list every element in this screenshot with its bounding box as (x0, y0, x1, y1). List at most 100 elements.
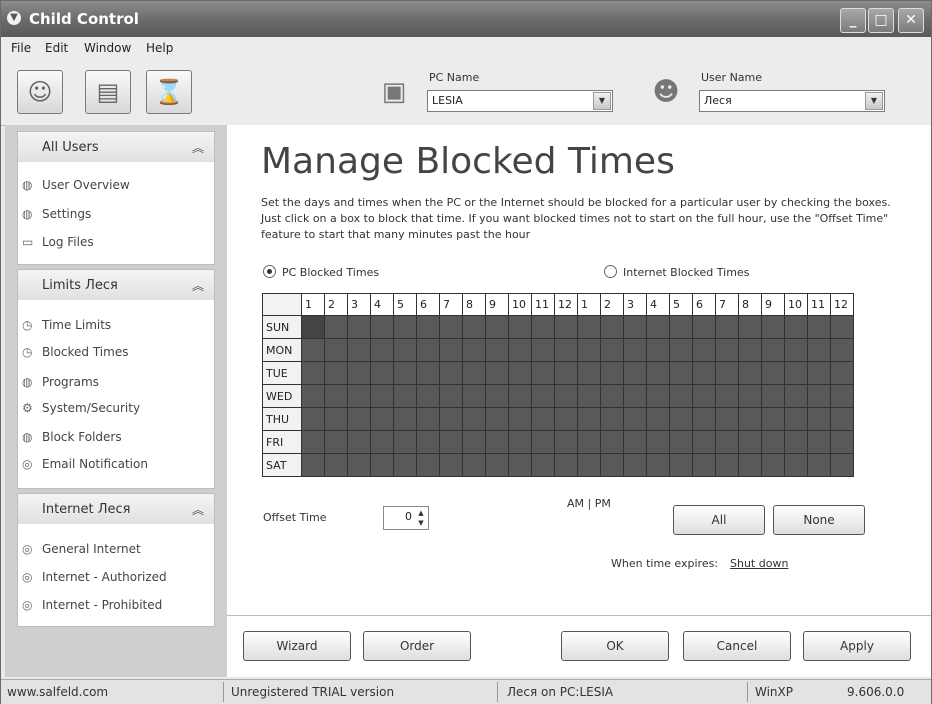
time-cell[interactable] (761, 338, 785, 362)
panel-header[interactable]: All Users ︽ (18, 132, 214, 162)
time-cell[interactable] (370, 430, 394, 454)
time-cell[interactable] (692, 338, 716, 362)
sidebar-item-system-security[interactable]: ⚙ System/Security (22, 401, 140, 415)
time-cell[interactable] (646, 338, 670, 362)
radio-internet-blocked-times[interactable]: Internet Blocked Times (604, 265, 749, 279)
time-cell[interactable] (692, 453, 716, 477)
time-cell[interactable] (393, 338, 417, 362)
time-cell[interactable] (301, 315, 325, 339)
time-cell[interactable] (554, 384, 578, 408)
time-cell[interactable] (393, 315, 417, 339)
time-cell[interactable] (623, 361, 647, 385)
time-cell[interactable] (715, 430, 739, 454)
time-cell[interactable] (738, 361, 762, 385)
time-cell[interactable] (485, 384, 509, 408)
time-cell[interactable] (347, 407, 371, 431)
time-cell[interactable] (485, 407, 509, 431)
time-cell[interactable] (577, 430, 601, 454)
time-cell[interactable] (761, 361, 785, 385)
time-cell[interactable] (347, 361, 371, 385)
time-cell[interactable] (462, 384, 486, 408)
time-cell[interactable] (669, 430, 693, 454)
sidebar-item-time-limits[interactable]: ◷ Time Limits (22, 318, 111, 332)
time-cell[interactable] (715, 407, 739, 431)
time-cell[interactable] (623, 407, 647, 431)
collapse-icon[interactable]: ︽ (192, 139, 204, 156)
time-cell[interactable] (554, 453, 578, 477)
time-cell[interactable] (623, 430, 647, 454)
time-cell[interactable] (715, 315, 739, 339)
panel-header[interactable]: Internet Леся ︽ (18, 494, 214, 524)
time-cell[interactable] (807, 338, 831, 362)
chevron-down-icon[interactable]: ▼ (865, 92, 883, 110)
time-cell[interactable] (301, 430, 325, 454)
time-cell[interactable] (301, 384, 325, 408)
time-cell[interactable] (301, 361, 325, 385)
time-cell[interactable] (393, 430, 417, 454)
time-cell[interactable] (577, 361, 601, 385)
time-cell[interactable] (324, 407, 348, 431)
time-cell[interactable] (370, 315, 394, 339)
offset-time-stepper[interactable]: 0 ▲ ▼ (383, 506, 429, 530)
time-cell[interactable] (462, 430, 486, 454)
time-cell[interactable] (416, 407, 440, 431)
all-button[interactable]: All (673, 505, 765, 535)
time-cell[interactable] (784, 384, 808, 408)
time-cell[interactable] (738, 453, 762, 477)
wizard-button[interactable]: Wizard (243, 631, 351, 661)
time-cell[interactable] (715, 338, 739, 362)
sidebar-item-log-files[interactable]: ▭ Log Files (22, 235, 94, 249)
users-tool-button[interactable]: ☺ (17, 70, 63, 114)
time-cell[interactable] (485, 430, 509, 454)
sidebar-item-internet-authorized[interactable]: ◎ Internet - Authorized (22, 570, 167, 584)
menu-window[interactable]: Window (84, 41, 131, 55)
time-cell[interactable] (669, 384, 693, 408)
time-cell[interactable] (554, 315, 578, 339)
sidebar-item-blocked-times[interactable]: ◷ Blocked Times (22, 345, 128, 359)
time-cell[interactable] (830, 338, 854, 362)
time-cell[interactable] (508, 361, 532, 385)
collapse-icon[interactable]: ︽ (192, 277, 204, 294)
sidebar-item-programs[interactable]: ◍ Programs (22, 375, 99, 389)
time-cell[interactable] (761, 315, 785, 339)
time-cell[interactable] (347, 315, 371, 339)
app-icon[interactable]: ▼ (7, 11, 21, 25)
time-cell[interactable] (761, 384, 785, 408)
time-cell[interactable] (508, 407, 532, 431)
time-cell[interactable] (830, 407, 854, 431)
time-cell[interactable] (600, 315, 624, 339)
time-cell[interactable] (531, 430, 555, 454)
time-cell[interactable] (738, 338, 762, 362)
time-cell[interactable] (462, 338, 486, 362)
time-cell[interactable] (830, 453, 854, 477)
time-cell[interactable] (531, 315, 555, 339)
menu-file[interactable]: File (11, 41, 31, 55)
time-cell[interactable] (508, 384, 532, 408)
folders-tool-button[interactable]: ▤ (85, 70, 131, 114)
time-cell[interactable] (485, 361, 509, 385)
time-cell[interactable] (577, 384, 601, 408)
time-cell[interactable] (807, 384, 831, 408)
ok-button[interactable]: OK (561, 631, 669, 661)
time-cell[interactable] (301, 338, 325, 362)
time-cell[interactable] (669, 407, 693, 431)
time-cell[interactable] (807, 361, 831, 385)
sidebar-item-settings[interactable]: ◍ Settings (22, 207, 91, 221)
time-cell[interactable] (807, 453, 831, 477)
time-cell[interactable] (416, 361, 440, 385)
time-cell[interactable] (646, 430, 670, 454)
time-cell[interactable] (508, 338, 532, 362)
time-cell[interactable] (416, 338, 440, 362)
time-cell[interactable] (692, 430, 716, 454)
time-cell[interactable] (577, 453, 601, 477)
time-cell[interactable] (324, 361, 348, 385)
time-cell[interactable] (508, 453, 532, 477)
time-cell[interactable] (692, 361, 716, 385)
time-cell[interactable] (416, 315, 440, 339)
time-cell[interactable] (439, 430, 463, 454)
time-cell[interactable] (370, 361, 394, 385)
time-cell[interactable] (715, 453, 739, 477)
time-cell[interactable] (646, 361, 670, 385)
time-cell[interactable] (439, 384, 463, 408)
time-cell[interactable] (600, 407, 624, 431)
